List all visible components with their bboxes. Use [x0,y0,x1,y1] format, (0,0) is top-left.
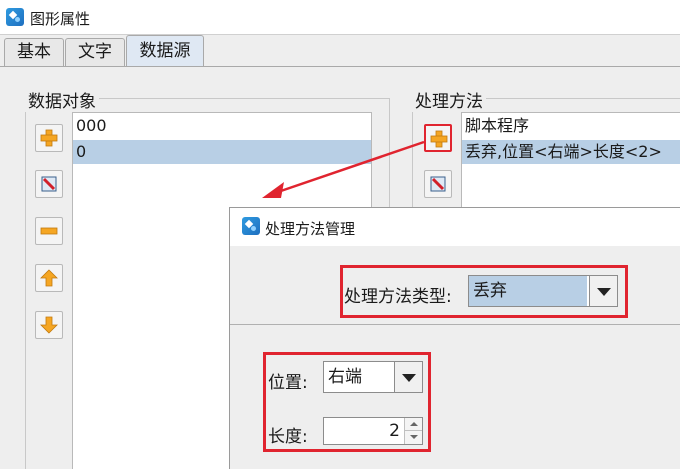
tab-text[interactable]: 文字 [65,38,125,67]
data-objects-title: 数据对象 [25,87,99,112]
window-title: 图形属性 [30,10,91,28]
method-type-label: 处理方法类型: [344,287,452,307]
tab-basic[interactable]: 基本 [4,38,64,67]
move-up-button[interactable] [35,264,63,292]
method-type-value: 丢弃 [469,276,587,306]
list-item[interactable]: 脚本程序 [462,114,680,138]
position-label: 位置: [268,373,308,393]
chevron-down-icon[interactable] [589,276,617,306]
length-spinner[interactable]: 2 [323,417,423,445]
processing-method-manager-dialog: 处理方法管理 处理方法类型: 丢弃 位置: 右端 长度: 2 [229,207,680,469]
move-down-button[interactable] [35,311,63,339]
minus-icon [40,227,58,235]
plus-icon [40,129,58,147]
plus-icon [430,130,448,148]
spin-down-icon[interactable] [404,431,422,444]
edit-icon [41,176,57,192]
popup-divider [230,324,680,325]
length-value: 2 [389,421,400,441]
chevron-down-icon[interactable] [394,362,422,392]
method-type-select[interactable]: 丢弃 [468,275,618,307]
edit-data-object-button[interactable] [35,170,63,198]
app-logo-icon [242,217,260,235]
remove-data-object-button[interactable] [35,217,63,245]
window-titlebar: 图形属性 [0,0,680,34]
tab-data-source[interactable]: 数据源 [126,35,204,67]
edit-processing-method-button[interactable] [424,170,452,198]
app-logo-icon [6,8,24,26]
list-item-selected[interactable]: 0 [73,140,371,164]
add-processing-method-button[interactable] [424,124,452,152]
list-item-selected[interactable]: 丢弃,位置<右端>长度<2> [462,140,680,164]
edit-icon [430,176,446,192]
arrow-up-icon [40,269,58,287]
add-data-object-button[interactable] [35,124,63,152]
arrow-down-icon [40,316,58,334]
popup-titlebar: 处理方法管理 [230,208,680,246]
spin-up-icon[interactable] [404,418,422,431]
list-item[interactable]: 000 [73,114,371,138]
position-value: 右端 [328,367,362,387]
length-label: 长度: [268,427,308,447]
processing-methods-title: 处理方法 [412,87,486,112]
popup-title: 处理方法管理 [265,220,356,238]
position-select[interactable]: 右端 [323,361,423,393]
tab-panel-border [0,66,680,67]
